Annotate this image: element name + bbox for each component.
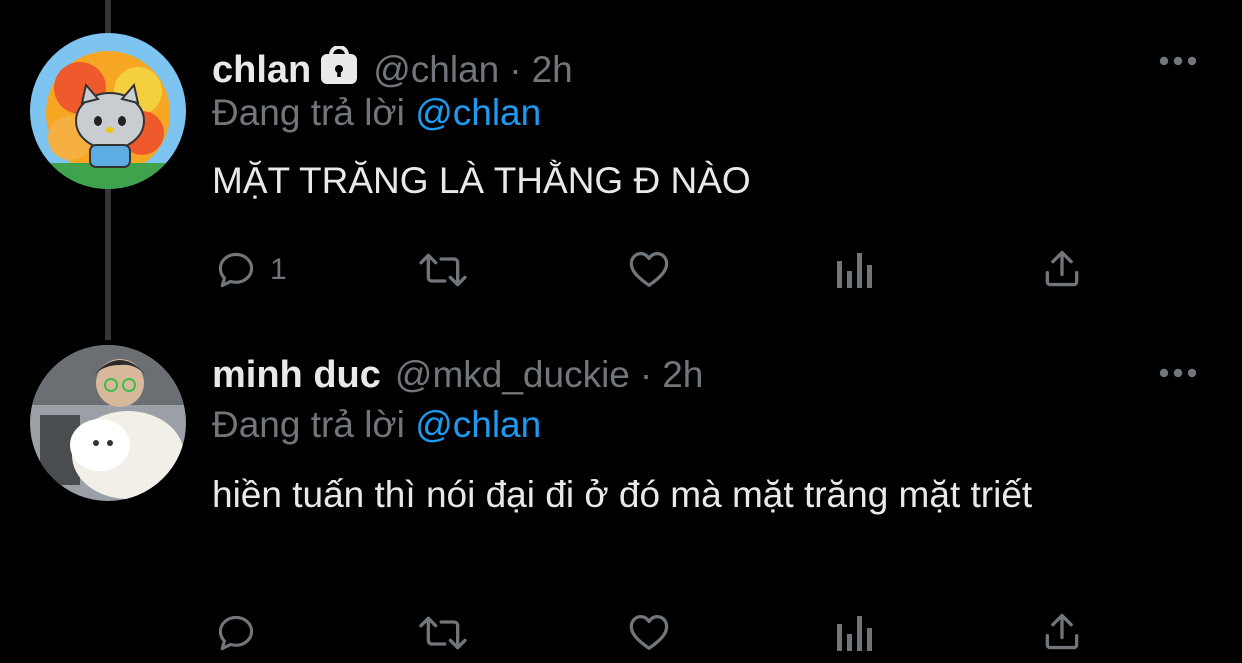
tweet-header: minh duc @mkd_duckie · 2h [212, 354, 703, 404]
separator: · [639, 354, 653, 395]
action-bar: 1 [0, 245, 1242, 295]
share-button[interactable] [1040, 247, 1084, 291]
avatar[interactable] [30, 33, 186, 189]
share-icon [1045, 613, 1079, 650]
heart-icon [629, 615, 669, 650]
tweet[interactable]: chlan @chlan · 2h Đang trả lời @chlan MẶ… [0, 0, 1242, 320]
timestamp[interactable]: 2h [532, 49, 573, 91]
retweet-button[interactable] [414, 248, 472, 292]
avatar-image [30, 33, 186, 189]
reply-context: Đang trả lời @chlan [212, 404, 541, 446]
share-icon [1045, 250, 1079, 287]
lock-icon [319, 45, 359, 86]
tweet[interactable]: minh duc @mkd_duckie · 2h Đang trả lời @… [0, 320, 1242, 663]
analytics-button[interactable] [836, 251, 876, 289]
reply-mention[interactable]: @chlan [415, 404, 541, 445]
retweet-icon [419, 616, 467, 650]
heart-icon [629, 252, 669, 287]
display-name[interactable]: minh duc [212, 354, 381, 397]
display-name[interactable]: chlan [212, 49, 311, 92]
avatar-image [30, 345, 186, 501]
like-button[interactable] [626, 609, 672, 655]
reply-count: 1 [270, 253, 287, 286]
retweet-button[interactable] [414, 611, 472, 655]
analytics-button[interactable] [836, 614, 876, 652]
tweet-text: hiền tuấn thì nói đại đi ở đó mà mặt tră… [212, 474, 1033, 515]
more-horizontal-icon[interactable] [1158, 366, 1198, 380]
avatar[interactable] [30, 345, 186, 501]
more-horizontal-icon[interactable] [1158, 54, 1198, 68]
handle[interactable]: @chlan [373, 49, 499, 91]
retweet-icon [419, 253, 467, 287]
tweet-text: MẶT TRĂNG LÀ THẰNG Đ NÀO [212, 160, 751, 201]
separator: · [509, 49, 522, 90]
reply-prefix: Đang trả lời [212, 92, 405, 133]
like-button[interactable] [626, 246, 672, 292]
reply-mention[interactable]: @chlan [415, 92, 541, 133]
handle[interactable]: @mkd_duckie [395, 354, 630, 396]
analytics-icon [837, 253, 872, 288]
reply-context: Đang trả lời @chlan [212, 92, 541, 134]
action-bar [0, 608, 1242, 658]
reply-button[interactable] [214, 611, 270, 655]
tweet-header: chlan @chlan · 2h [212, 42, 573, 92]
analytics-icon [837, 616, 872, 651]
timestamp[interactable]: 2h [662, 354, 703, 396]
reply-icon [218, 615, 254, 651]
reply-button[interactable]: 1 [214, 248, 287, 292]
reply-icon [218, 252, 254, 288]
reply-prefix: Đang trả lời [212, 404, 405, 445]
share-button[interactable] [1040, 610, 1084, 654]
